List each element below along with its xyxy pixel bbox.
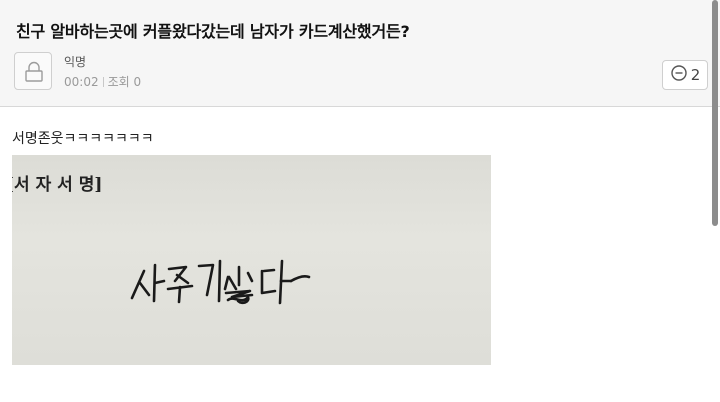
signature-photo-graphic: [서 자 서 명] bbox=[12, 175, 311, 305]
post-title: 친구 알바하는곳에 커플왔다갔는데 남자가 카드계산했거든? bbox=[16, 22, 410, 41]
comment-button[interactable]: 2 bbox=[662, 60, 708, 90]
comment-count: 2 bbox=[690, 66, 701, 84]
printed-label: [서 자 서 명] bbox=[12, 175, 102, 195]
post-meta: 00:02 조회 0 bbox=[64, 73, 141, 90]
meta-divider bbox=[102, 77, 104, 87]
post-header: 친구 알바하는곳에 커플왔다갔는데 남자가 카드계산했거든? 익명 00:02 조… bbox=[0, 0, 720, 107]
attached-photo[interactable]: [서 자 서 명] bbox=[12, 155, 491, 365]
view-count: 조회 0 bbox=[107, 75, 142, 89]
author-name: 익명 bbox=[64, 55, 87, 69]
avatar bbox=[14, 52, 52, 90]
comment-bubble-icon bbox=[670, 64, 688, 86]
post-body: 서명존웃ㅋㅋㅋㅋㅋㅋㅋ [서 자 서 명] bbox=[0, 108, 720, 402]
post-time: 00:02 bbox=[64, 75, 99, 89]
scrollbar[interactable] bbox=[712, 0, 718, 226]
post-body-text: 서명존웃ㅋㅋㅋㅋㅋㅋㅋ bbox=[12, 131, 154, 147]
signature-strokes bbox=[130, 259, 311, 305]
post-page: 친구 알바하는곳에 커플왔다갔는데 남자가 카드계산했거든? 익명 00:02 조… bbox=[0, 0, 720, 402]
